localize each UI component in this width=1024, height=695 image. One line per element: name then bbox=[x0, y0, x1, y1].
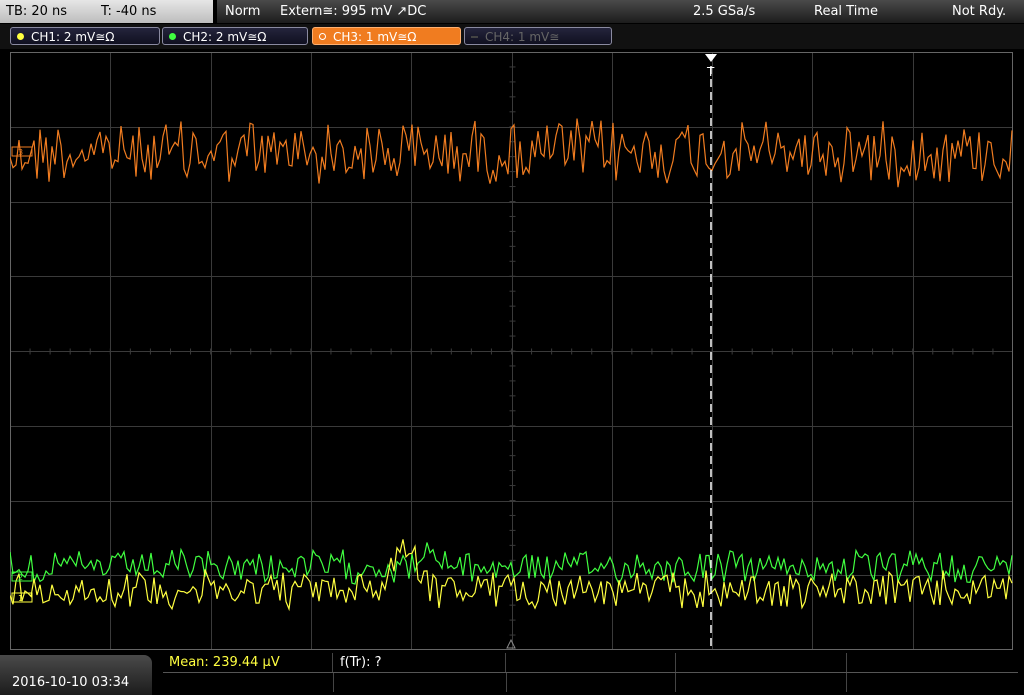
datetime-label: 2016-10-10 03:34 bbox=[12, 675, 130, 690]
channel-1-marker-label: 1 bbox=[18, 594, 23, 603]
measurement-slot-9[interactable] bbox=[676, 673, 847, 692]
acquisition-mode[interactable]: Real Time bbox=[814, 4, 878, 19]
channel-3-trace bbox=[10, 118, 1013, 188]
trigger-mode[interactable]: Norm bbox=[225, 4, 260, 19]
timebase-label[interactable]: TB: 20 ns bbox=[6, 4, 67, 19]
waveform-display[interactable]: T 3 2 1 bbox=[10, 52, 1013, 650]
channel-3-label: CH3: 1 mV≅Ω bbox=[333, 30, 417, 44]
channel-1-tab[interactable]: CH1: 2 mV≅Ω bbox=[10, 27, 160, 45]
trigger-panel[interactable]: Norm Extern≅: 995 mV ↗DC 2.5 GSa/s Real … bbox=[217, 0, 1024, 23]
channel-4-tab[interactable]: CH4: 1 mV≅ bbox=[464, 27, 612, 45]
sample-rate[interactable]: 2.5 GSa/s bbox=[693, 4, 755, 19]
channel-3-dot-icon bbox=[319, 33, 326, 40]
datetime-panel: 2016-10-10 03:34 bbox=[0, 655, 152, 695]
channel-2-label: CH2: 2 mV≅Ω bbox=[183, 30, 267, 44]
channel-2-tab[interactable]: CH2: 2 mV≅Ω bbox=[162, 27, 308, 45]
measurement-freq[interactable]: f(Tr): ? bbox=[334, 653, 506, 672]
channel-3-marker-label: 3 bbox=[18, 148, 23, 157]
trigger-time-label[interactable]: T: -40 ns bbox=[101, 4, 156, 19]
channel-4-label: CH4: 1 mV≅ bbox=[485, 30, 560, 44]
trigger-level-arrow-icon bbox=[506, 638, 516, 649]
channel-bar: CH1: 2 mV≅Ω CH2: 2 mV≅Ω CH3: 1 mV≅Ω CH4:… bbox=[0, 24, 1024, 49]
measurement-slot-3[interactable] bbox=[507, 653, 676, 672]
trigger-marker-label: T bbox=[706, 65, 715, 79]
measurement-freq-value: f(Tr): ? bbox=[340, 655, 382, 670]
measurement-slot-8[interactable] bbox=[507, 673, 676, 692]
measurement-mean-value: Mean: 239.44 μV bbox=[169, 655, 280, 670]
channel-4-off-icon bbox=[471, 36, 478, 38]
status-bar: TB: 20 ns T: -40 ns Norm Extern≅: 995 mV… bbox=[0, 0, 1024, 24]
graticule-grid bbox=[10, 52, 1013, 650]
channel-3-tab[interactable]: CH3: 1 mV≅Ω bbox=[312, 27, 461, 45]
trigger-source[interactable]: Extern≅: 995 mV ↗DC bbox=[280, 4, 426, 19]
trigger-status: Not Rdy. bbox=[952, 4, 1007, 19]
channel-1-label: CH1: 2 mV≅Ω bbox=[31, 30, 115, 44]
channel-2-trace bbox=[10, 542, 1013, 586]
measurement-slot-4[interactable] bbox=[676, 653, 847, 672]
trigger-position-arrow-icon[interactable] bbox=[705, 54, 717, 62]
measurement-row-2 bbox=[163, 673, 1018, 692]
timebase-panel[interactable]: TB: 20 ns T: -40 ns bbox=[0, 0, 213, 23]
measurement-bar: 2016-10-10 03:34 Mean: 239.44 μV f(Tr): … bbox=[0, 651, 1024, 695]
channel-2-marker-label: 2 bbox=[18, 573, 23, 582]
channel-1-dot-icon bbox=[17, 33, 24, 40]
measurement-mean[interactable]: Mean: 239.44 μV bbox=[163, 653, 333, 672]
measurement-slot-7[interactable] bbox=[334, 673, 507, 692]
measurement-slot-6[interactable] bbox=[163, 673, 334, 692]
measurement-slot-5[interactable] bbox=[847, 653, 1017, 672]
channel-2-dot-icon bbox=[169, 33, 176, 40]
waveform-graticule: T 3 2 1 bbox=[10, 52, 1013, 650]
measurement-row-1: Mean: 239.44 μV f(Tr): ? bbox=[163, 653, 1018, 672]
measurement-slot-10[interactable] bbox=[847, 673, 1017, 692]
